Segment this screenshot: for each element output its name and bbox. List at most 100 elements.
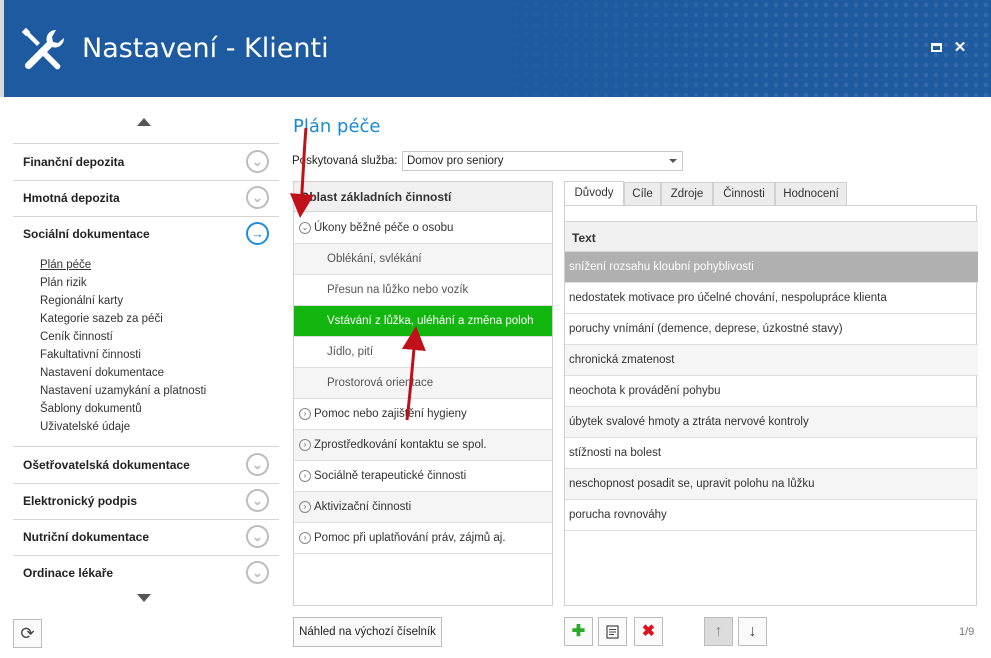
sidebar-subitem-plan-pece[interactable]: Plán péče [40, 256, 206, 274]
expand-icon[interactable]: › [299, 501, 311, 513]
activity-subitem-row[interactable]: Prostorová orientace [294, 368, 552, 399]
sidebar-item-label: Ordinace lékaře [23, 566, 114, 580]
tab-cinnosti[interactable]: Činnosti [713, 182, 775, 206]
activity-group-row[interactable]: › Pomoc při uplatňování práv, zájmů aj. [294, 523, 552, 554]
table-row[interactable]: porucha rovnováhy [565, 500, 978, 531]
sidebar-item-financni-depozita[interactable]: Finanční depozita ⌄ [13, 144, 279, 180]
table-cell: úbytek svalové hmoty a ztráta nervové ko… [569, 416, 809, 428]
tab-zdroje[interactable]: Zdroje [661, 182, 713, 206]
move-down-button[interactable]: ↓ [738, 617, 767, 646]
refresh-button[interactable]: ⟳ [13, 619, 42, 648]
sidebar-item-label: Elektronický podpis [23, 494, 138, 508]
pager: 1/9 [959, 626, 975, 638]
sidebar-subitem-nastaveni-dokumentace[interactable]: Nastavení dokumentace [40, 364, 206, 382]
activity-label: Pomoc nebo zajištění hygieny [314, 408, 467, 420]
move-up-button[interactable]: ↑ [704, 617, 733, 646]
arrow-right-icon: → [246, 222, 269, 245]
tab-content-duvody: Text snížení rozsahu kloubní pohyblivost… [564, 205, 978, 606]
table-cell: poruchy vnímání (demence, deprese, úzkos… [569, 323, 843, 335]
sidebar-subitem-cenik-cinnosti[interactable]: Ceník činností [40, 328, 206, 346]
table-cell: chronická zmatenost [569, 354, 675, 366]
activity-subitem-row[interactable]: Přesun na lůžko nebo vozík [294, 275, 552, 306]
chevron-down-icon: ⌄ [246, 186, 269, 209]
sidebar-item-ordinace-lekare[interactable]: Ordinace lékaře ⌄ [13, 555, 279, 591]
activity-label: Přesun na lůžko nebo vozík [327, 284, 469, 296]
sidebar-item-hmotna-depozita[interactable]: Hmotná depozita ⌄ [13, 180, 279, 216]
sidebar-subitem-sablony-dokumentu[interactable]: Šablony dokumentů [40, 400, 206, 418]
sidebar-item-nutricni-dokumentace[interactable]: Nutriční dokumentace ⌄ [13, 519, 279, 555]
column-header-text: Text [572, 231, 596, 245]
table-row[interactable]: neochota k provádění pohybu [565, 376, 978, 407]
activity-subitem-row[interactable]: Jídlo, pití [294, 337, 552, 368]
maximize-icon[interactable] [928, 40, 944, 56]
table-row[interactable]: stížnosti na bolest [565, 438, 978, 469]
table-row[interactable]: úbytek svalové hmoty a ztráta nervové ko… [565, 407, 978, 438]
activity-subitem-row-selected[interactable]: Vstávání z lůžka, uléhání a změna poloh [294, 306, 552, 337]
arrow-down-icon: ↓ [748, 623, 757, 640]
chevron-down-icon: ⌄ [246, 561, 269, 584]
sidebar-subitem-nastaveni-uzamykani[interactable]: Nastavení uzamykání a platnosti [40, 382, 206, 400]
add-button[interactable]: ✚ [564, 617, 593, 646]
sidebar-subitem-plan-rizik[interactable]: Plán rizik [40, 274, 206, 292]
scroll-down-icon[interactable] [137, 594, 151, 602]
sidebar: Finanční depozita ⌄ Hmotná depozita ⌄ So… [13, 104, 279, 608]
title-bar: Nastavení - Klienti ✕ [0, 0, 991, 97]
chevron-down-icon [669, 159, 677, 163]
service-select[interactable]: Domov pro seniory [402, 151, 683, 171]
table-row[interactable]: nedostatek motivace pro účelné chování, … [565, 283, 978, 314]
expand-icon[interactable]: › [299, 532, 311, 544]
sidebar-item-label: Finanční depozita [23, 155, 125, 169]
table-cell: snížení rozsahu kloubní pohyblivosti [569, 261, 754, 273]
sidebar-item-socialni-dokumentace[interactable]: Sociální dokumentace → [13, 216, 279, 252]
delete-button[interactable]: ✖ [634, 617, 663, 646]
sidebar-item-label: Sociální dokumentace [23, 227, 150, 241]
sidebar-subitem-fakultativni-cinnosti[interactable]: Fakultativní činnosti [40, 346, 206, 364]
tab-cile[interactable]: Cíle [624, 182, 661, 206]
service-select-value: Domov pro seniory [407, 155, 504, 167]
preview-default-codelist-button[interactable]: Náhled na výchozí číselník [293, 617, 442, 647]
expand-icon[interactable]: › [299, 408, 311, 420]
activity-subitem-row[interactable]: Oblékání, svlékání [294, 244, 552, 275]
expand-icon[interactable]: › [299, 439, 311, 451]
tab-duvody[interactable]: Důvody [564, 181, 624, 206]
sidebar-subitem-regionalni-karty[interactable]: Regionální karty [40, 292, 206, 310]
table-row[interactable]: neschopnost posadit se, upravit polohu n… [565, 469, 978, 500]
tools-icon [21, 27, 65, 70]
table-cell: nedostatek motivace pro účelné chování, … [569, 292, 887, 304]
activity-label: Jídlo, pití [327, 346, 374, 358]
table-cell: porucha rovnováhy [569, 509, 667, 521]
scroll-up-icon[interactable] [137, 118, 151, 126]
service-label: Poskytovaná služba: [292, 155, 398, 167]
tab-hodnoceni[interactable]: Hodnocení [775, 182, 847, 206]
table-cell: stížnosti na bolest [569, 447, 662, 459]
table-row[interactable]: poruchy vnímání (demence, deprese, úzkos… [565, 314, 978, 345]
sidebar-item-osetrovatelska-dokumentace[interactable]: Ošetřovatelská dokumentace ⌄ [13, 447, 279, 483]
sidebar-item-elektronicky-podpis[interactable]: Elektronický podpis ⌄ [13, 483, 279, 519]
table-row-selected[interactable]: snížení rozsahu kloubní pohyblivosti [565, 252, 978, 283]
activity-label: Oblékání, svlékání [327, 253, 422, 265]
window-title: Nastavení - Klienti [82, 33, 329, 64]
chevron-down-icon: ⌄ [246, 150, 269, 173]
activity-label: Pomoc při uplatňování práv, zájmů aj. [314, 532, 506, 544]
table-row[interactable]: chronická zmatenost [565, 345, 978, 376]
sidebar-subitem-uzivatelske-udaje[interactable]: Uživatelské údaje [40, 418, 206, 436]
activity-group-row[interactable]: › Sociálně terapeutické činnosti [294, 461, 552, 492]
activity-group-row[interactable]: › Zprostředkování kontaktu se spol. [294, 430, 552, 461]
collapse-icon[interactable]: ⌄ [299, 222, 311, 234]
sidebar-item-label: Nutriční dokumentace [23, 530, 150, 544]
close-icon[interactable]: ✕ [952, 40, 968, 56]
edit-button[interactable] [598, 617, 627, 646]
table-header: Text [565, 221, 978, 252]
arrow-up-icon: ↑ [714, 623, 723, 640]
title-bar-pattern [471, 0, 991, 97]
expand-icon[interactable]: › [299, 470, 311, 482]
sidebar-subitem-kategorie-sazeb[interactable]: Kategorie sazeb za péči [40, 310, 206, 328]
activities-header: Oblast základních činností [294, 182, 552, 212]
activity-group-row[interactable]: ⌄ Úkony běžné péče o osobu [294, 213, 552, 244]
delete-icon: ✖ [641, 623, 656, 640]
activity-label: Vstávání z lůžka, uléhání a změna poloh [327, 315, 534, 327]
activities-header-label: Oblast základních činností [300, 190, 452, 204]
sidebar-submenu: Plán péče Plán rizik Regionální karty Ka… [40, 256, 206, 436]
activity-group-row[interactable]: › Aktivizační činnosti [294, 492, 552, 523]
activity-group-row[interactable]: › Pomoc nebo zajištění hygieny [294, 399, 552, 430]
